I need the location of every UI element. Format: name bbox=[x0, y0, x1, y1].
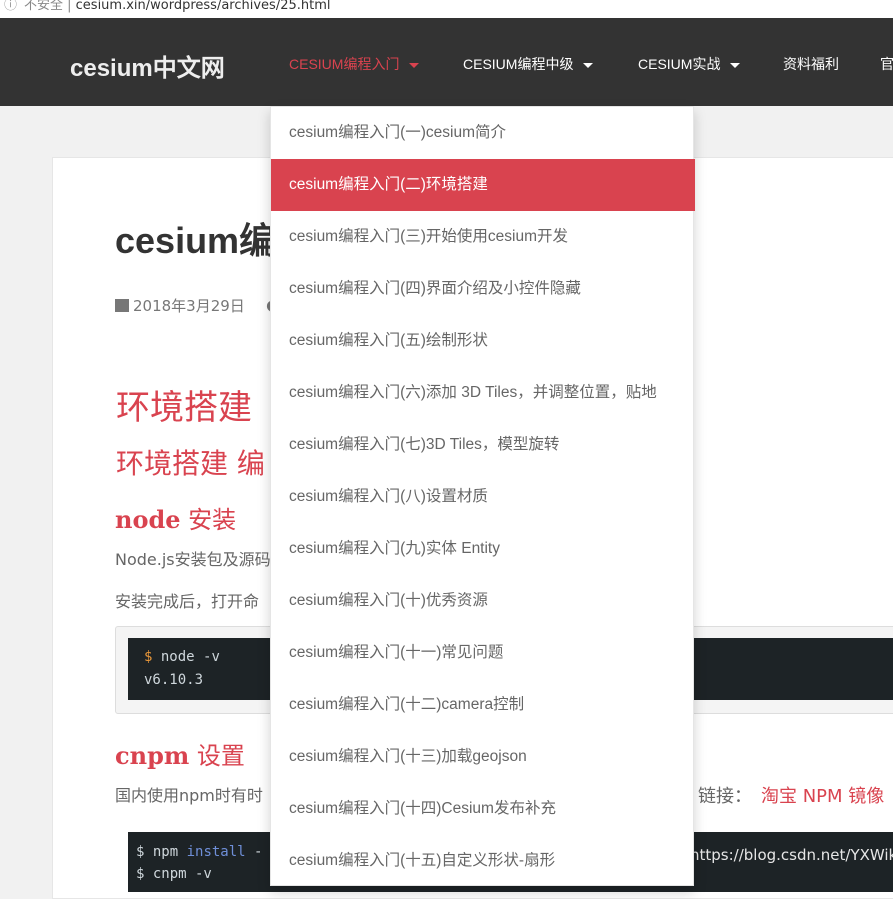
nav-item-cesium-practice[interactable]: CESIUM实战 bbox=[638, 54, 741, 74]
dropdown-item-intro-2[interactable]: cesium编程入门(二)环境搭建 bbox=[271, 159, 695, 211]
nav-item-cesium-intro[interactable]: CESIUM编程入门 bbox=[289, 54, 420, 74]
dropdown-item-intro-9[interactable]: cesium编程入门(九)实体 Entity bbox=[271, 523, 695, 575]
post-meta: 2018年3月29日 ● bbox=[115, 295, 279, 316]
dropdown-item-intro-5[interactable]: cesium编程入门(五)绘制形状 bbox=[271, 315, 695, 367]
cesium-intro-dropdown: cesium编程入门(一)cesium简介 cesium编程入门(二)环境搭建 … bbox=[270, 106, 695, 887]
address-text: 不安全 | cesium.xin/wordpress/archives/25.h… bbox=[24, 0, 331, 13]
paragraph-after-install: 安装完成后，打开命 bbox=[115, 592, 260, 611]
dropdown-item-intro-7[interactable]: cesium编程入门(七)3D Tiles，模型旋转 bbox=[271, 419, 695, 471]
nav-item-cesium-intermediate[interactable]: CESIUM编程中级 bbox=[463, 54, 594, 74]
dropdown-item-intro-4[interactable]: cesium编程入门(四)界面介绍及小控件隐藏 bbox=[271, 263, 695, 315]
section-heading-node: node 安装 bbox=[115, 505, 237, 534]
csdn-watermark: https://blog.csdn.net/YXWik bbox=[690, 846, 893, 864]
paragraph-npm-mirror: 国内使用npm时有时 bbox=[115, 786, 263, 805]
dropdown-item-intro-15[interactable]: cesium编程入门(十五)自定义形状-扇形 bbox=[271, 835, 695, 887]
site-header: cesium中文网 CESIUM编程入门 CESIUM编程中级 CESIUM实战… bbox=[0, 18, 893, 106]
nav-item-label: CESIUM实战 bbox=[638, 56, 721, 72]
post-title: cesium编 bbox=[115, 220, 276, 261]
nav-item-label: 资料福利 bbox=[783, 56, 839, 72]
section-heading-cnpm: cnpm 设置 bbox=[115, 741, 245, 770]
nav-item-label: CESIUM编程入门 bbox=[289, 56, 400, 72]
heading-environment: 环境搭建 bbox=[116, 388, 252, 428]
dropdown-item-intro-6[interactable]: cesium编程入门(六)添加 3D Tiles，并调整位置，贴地 bbox=[271, 367, 695, 419]
dropdown-item-intro-1[interactable]: cesium编程入门(一)cesium简介 bbox=[271, 107, 695, 159]
browser-address-bar[interactable]: ⓘ 不安全 | cesium.xin/wordpress/archives/25… bbox=[0, 0, 893, 19]
post-date[interactable]: 2018年3月29日 bbox=[133, 297, 245, 315]
calendar-icon bbox=[115, 299, 129, 312]
nav-item-official[interactable]: 官 bbox=[880, 54, 893, 74]
dropdown-item-intro-10[interactable]: cesium编程入门(十)优秀资源 bbox=[271, 575, 695, 627]
info-icon[interactable]: ⓘ bbox=[4, 0, 17, 13]
site-logo[interactable]: cesium中文网 bbox=[70, 48, 225, 83]
chevron-down-icon bbox=[730, 62, 741, 68]
dropdown-item-intro-12[interactable]: cesium编程入门(十二)camera控制 bbox=[271, 679, 695, 731]
subheading-environment: 环境搭建 编 bbox=[116, 447, 265, 480]
dropdown-item-intro-13[interactable]: cesium编程入门(十三)加载geojson bbox=[271, 731, 695, 783]
nav-item-label: CESIUM编程中级 bbox=[463, 56, 574, 72]
dropdown-item-intro-14[interactable]: cesium编程入门(十四)Cesium发布补充 bbox=[271, 783, 695, 835]
paragraph-node-download: Node.js安装包及源码 bbox=[115, 550, 271, 569]
dropdown-item-intro-8[interactable]: cesium编程入门(八)设置材质 bbox=[271, 471, 695, 523]
taobao-npm-mirror-link[interactable]: 淘宝 NPM 镜像 bbox=[761, 782, 884, 808]
dropdown-item-intro-11[interactable]: cesium编程入门(十一)常见问题 bbox=[271, 627, 695, 679]
nav-item-resources[interactable]: 资料福利 bbox=[783, 54, 839, 74]
chevron-down-icon bbox=[583, 62, 594, 68]
dropdown-item-intro-3[interactable]: cesium编程入门(三)开始使用cesium开发 bbox=[271, 211, 695, 263]
nav-item-label: 官 bbox=[880, 56, 893, 72]
chevron-down-icon bbox=[409, 62, 420, 68]
